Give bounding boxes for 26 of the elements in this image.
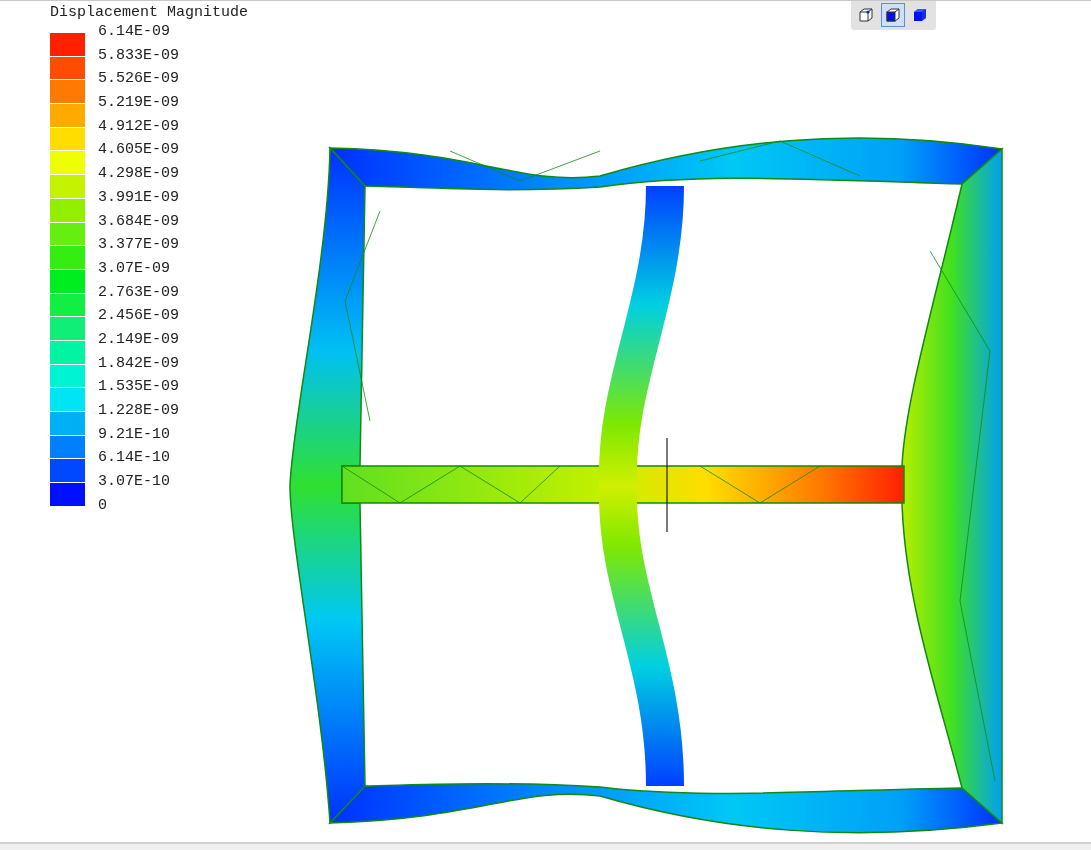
shaded-cube-icon [885, 7, 901, 23]
legend-value: 6.14E-10 [98, 450, 170, 466]
display-mode-button[interactable] [881, 3, 905, 27]
legend-value: 3.684E-09 [98, 213, 179, 229]
legend-value: 3.991E-09 [98, 189, 179, 205]
legend-value: 2.456E-09 [98, 308, 179, 324]
legend-value: 2.149E-09 [98, 331, 179, 347]
legend-value: 3.377E-09 [98, 237, 179, 253]
legend-value: 5.526E-09 [98, 71, 179, 87]
legend-value: 5.833E-09 [98, 47, 179, 63]
legend-value: 9.21E-10 [98, 426, 170, 442]
legend-value: 0 [98, 497, 107, 513]
wireframe-cube-icon [858, 7, 874, 23]
legend-value: 3.07E-09 [98, 260, 170, 276]
legend-value: 3.07E-10 [98, 474, 170, 490]
legend-value: 4.298E-09 [98, 166, 179, 182]
solid-cube-icon [912, 7, 928, 23]
legend-value: 6.14E-09 [98, 24, 170, 39]
legend-value: 5.219E-09 [98, 95, 179, 111]
legend-title: Displacement Magnitude [50, 4, 250, 22]
legend-value: 1.842E-09 [98, 355, 179, 371]
legend-value: 2.763E-09 [98, 284, 179, 300]
legend-value: 1.228E-09 [98, 403, 179, 418]
legend-value: 4.912E-09 [98, 118, 179, 134]
legend-value: 4.605E-09 [98, 142, 179, 158]
legend-value: 1.535E-09 [98, 379, 179, 395]
